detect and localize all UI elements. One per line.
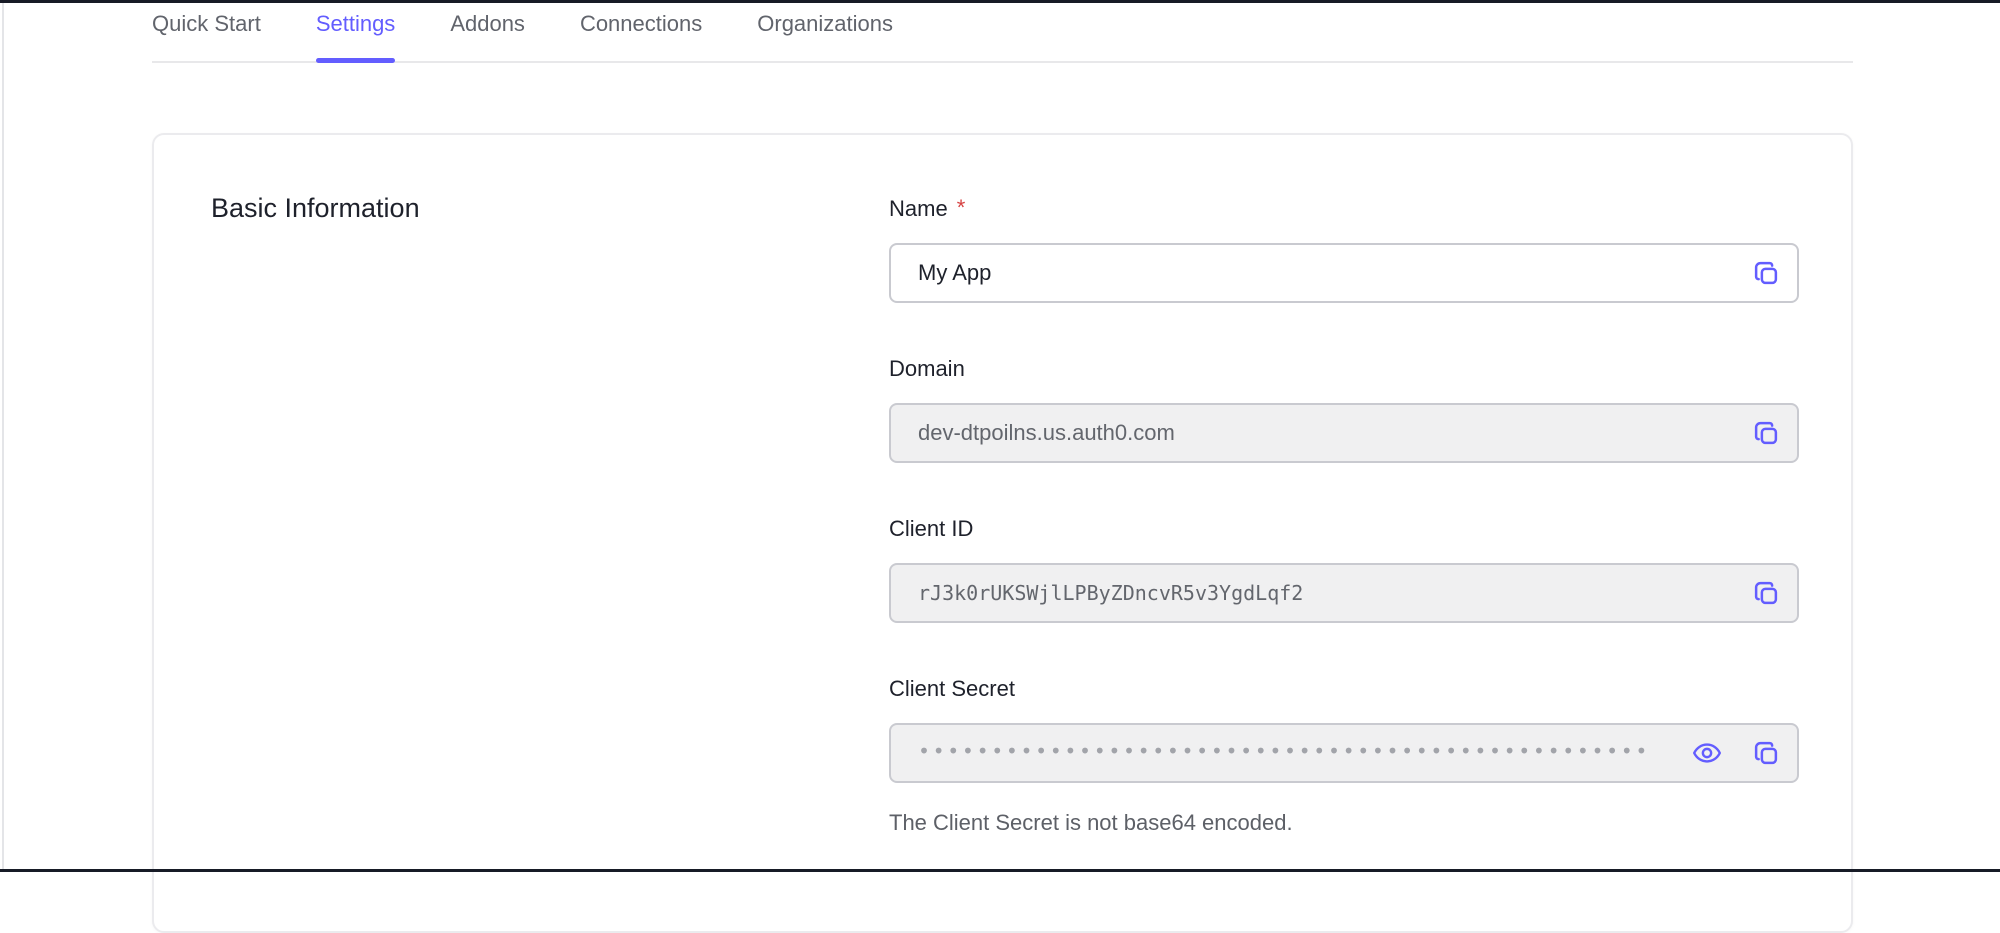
eye-icon (1691, 737, 1723, 769)
section-title: Basic Information (211, 191, 420, 225)
copy-name-button[interactable] (1751, 258, 1781, 288)
name-field-actions (1751, 258, 1781, 288)
client-secret-helper-text: The Client Secret is not base64 encoded. (889, 809, 1799, 837)
domain-value: dev-dtpoilns.us.auth0.com (918, 420, 1175, 446)
client-id-field: rJ3k0rUKSWjlLPByZDncvR5v3YgdLqf2 (889, 563, 1799, 623)
client-secret-label-row: Client Secret (889, 676, 1799, 702)
left-page-edge (2, 3, 4, 869)
copy-icon (1751, 418, 1781, 448)
client-secret-masked-value: ••••••••••••••••••••••••••••••••••••••••… (918, 739, 1650, 763)
client-id-field-actions (1751, 578, 1781, 608)
copy-client-secret-button[interactable] (1751, 738, 1781, 768)
tab-label: Organizations (757, 11, 893, 36)
copy-icon (1751, 578, 1781, 608)
name-label-row: Name * (889, 196, 1799, 222)
domain-field-group: Domain dev-dtpoilns.us.auth0.com (889, 356, 1799, 463)
tab-addons[interactable]: Addons (450, 3, 525, 61)
client-secret-field: ••••••••••••••••••••••••••••••••••••••••… (889, 723, 1799, 783)
name-label: Name (889, 196, 948, 222)
client-secret-field-actions (1691, 737, 1781, 769)
client-id-label: Client ID (889, 516, 973, 542)
copy-domain-button[interactable] (1751, 418, 1781, 448)
client-secret-label: Client Secret (889, 676, 1015, 702)
domain-field: dev-dtpoilns.us.auth0.com (889, 403, 1799, 463)
tab-connections[interactable]: Connections (580, 3, 702, 61)
name-input[interactable] (918, 245, 1677, 301)
top-window-edge (0, 0, 2000, 3)
application-tabs: Quick Start Settings Addons Connections … (152, 3, 1853, 63)
tab-label: Addons (450, 11, 525, 36)
name-field-group: Name * (889, 196, 1799, 303)
tab-settings[interactable]: Settings (316, 3, 396, 61)
copy-icon (1751, 738, 1781, 768)
tab-organizations[interactable]: Organizations (757, 3, 893, 61)
domain-field-actions (1751, 418, 1781, 448)
client-id-value: rJ3k0rUKSWjlLPByZDncvR5v3YgdLqf2 (918, 581, 1303, 605)
client-id-label-row: Client ID (889, 516, 1799, 542)
tab-label: Settings (316, 11, 396, 36)
required-asterisk: * (957, 196, 966, 220)
copy-icon (1751, 258, 1781, 288)
tab-label: Quick Start (152, 11, 261, 36)
copy-client-id-button[interactable] (1751, 578, 1781, 608)
tab-label: Connections (580, 11, 702, 36)
tab-quick-start[interactable]: Quick Start (152, 3, 261, 61)
domain-label: Domain (889, 356, 965, 382)
domain-label-row: Domain (889, 356, 1799, 382)
client-secret-field-group: Client Secret ••••••••••••••••••••••••••… (889, 676, 1799, 837)
basic-information-form: Name * (889, 196, 1799, 890)
settings-card: Basic Information Name * (152, 133, 1853, 933)
active-tab-indicator (316, 58, 396, 63)
client-id-field-group: Client ID rJ3k0rUKSWjlLPByZDncvR5v3YgdLq… (889, 516, 1799, 623)
reveal-client-secret-button[interactable] (1691, 737, 1723, 769)
name-field (889, 243, 1799, 303)
